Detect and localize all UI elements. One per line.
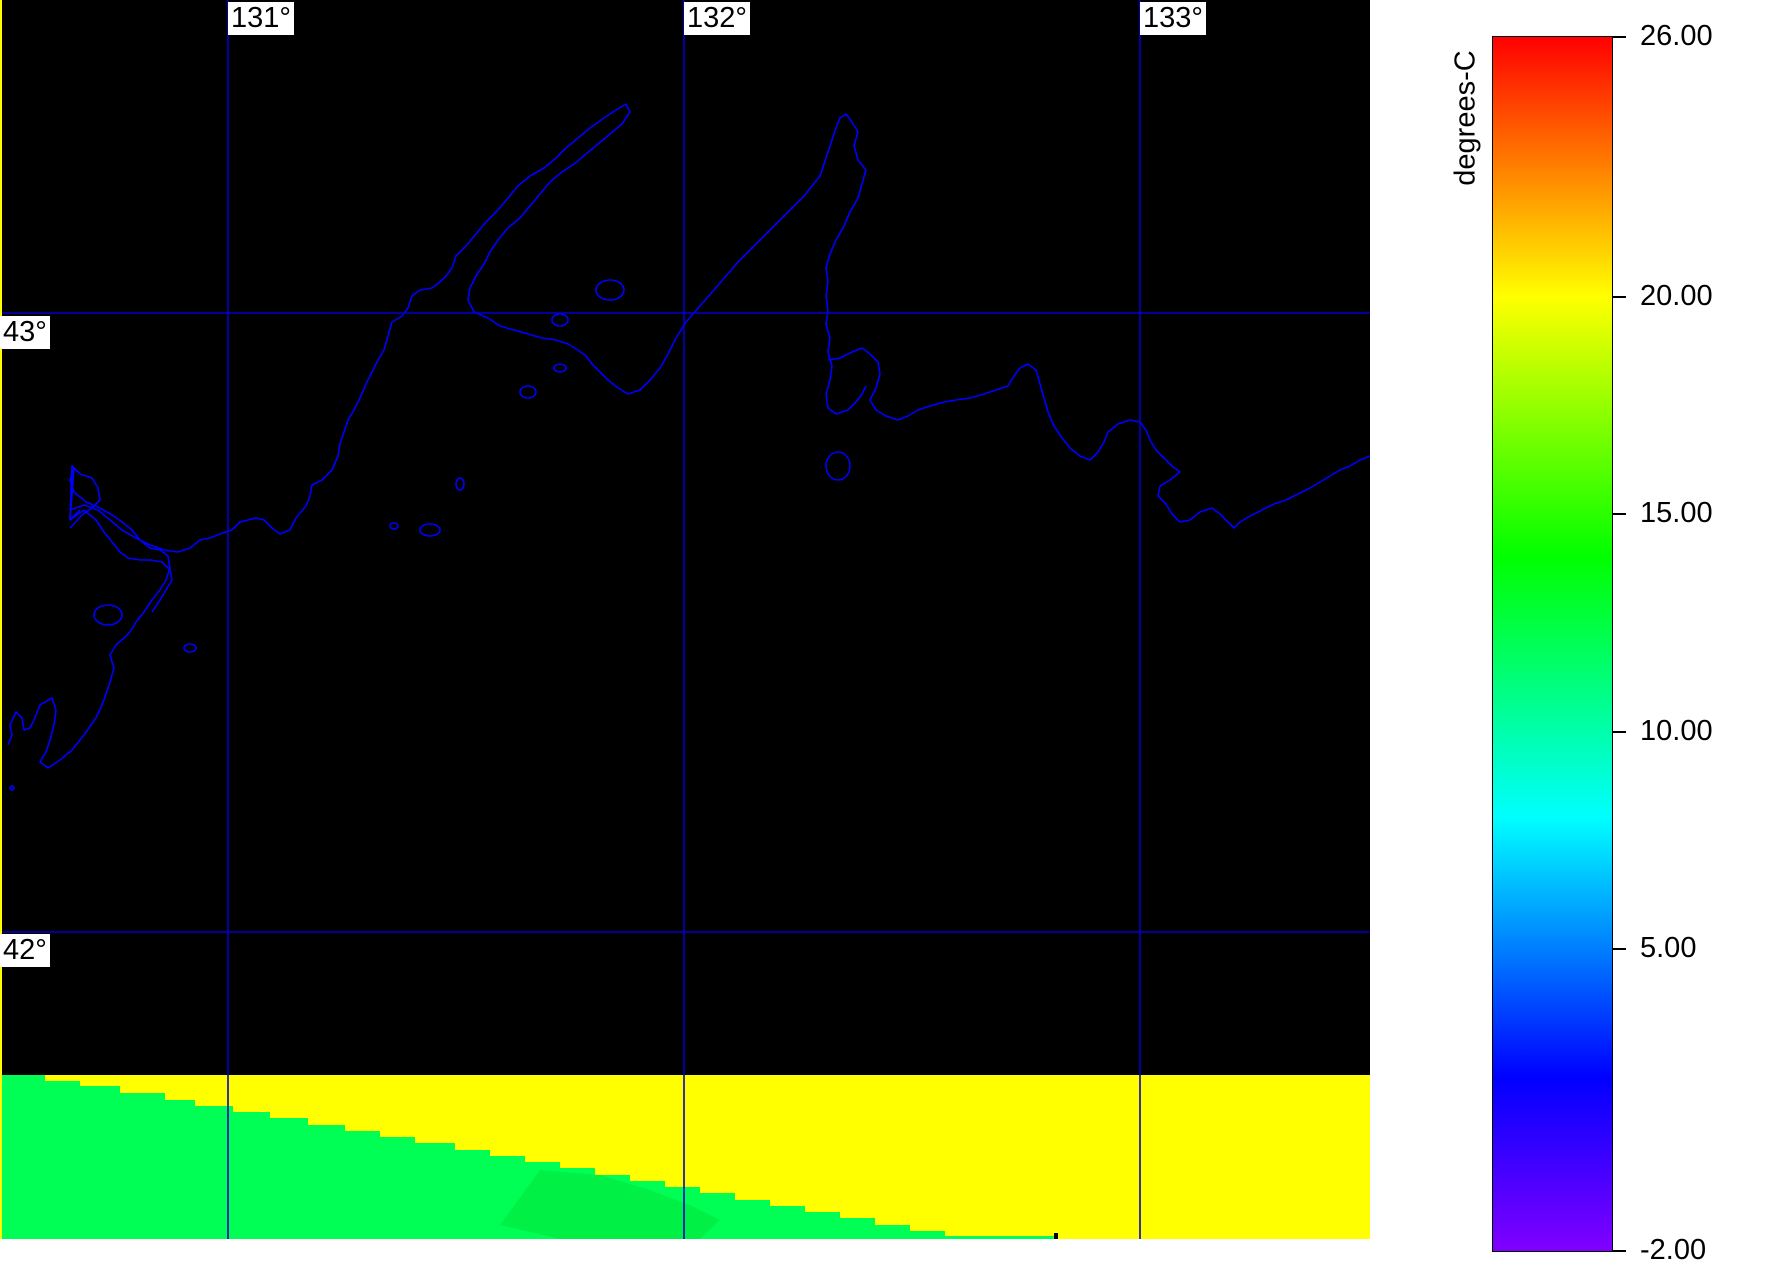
colorbar-tick	[1612, 1250, 1626, 1252]
island	[519, 385, 537, 399]
map-canvas	[0, 0, 1370, 1239]
lat-label-43: 43°	[0, 316, 50, 349]
colorbar-label-10: 10.00	[1640, 715, 1713, 747]
island	[389, 522, 399, 530]
coastline-korea-north	[69, 465, 173, 613]
lat-label-42: 42°	[0, 934, 50, 967]
map-panel[interactable]: 131° 132° 133° 43° 42°	[0, 0, 1370, 1239]
colorbar-tick	[1612, 948, 1626, 950]
colorbar-label-20: 20.00	[1640, 280, 1713, 312]
coastline-tumen	[69, 103, 867, 553]
island	[183, 643, 197, 653]
island	[551, 313, 569, 327]
island	[553, 363, 567, 373]
colorbar-tick	[1612, 513, 1626, 515]
island	[455, 477, 465, 491]
island	[419, 523, 441, 537]
colorbar-label-26: 26.00	[1640, 20, 1713, 52]
colorbar-tick	[1612, 296, 1626, 298]
lon-label-132: 132°	[684, 2, 750, 35]
island	[595, 279, 625, 301]
colorbar-label-15: 15.00	[1640, 497, 1713, 529]
sst-gap-mark	[1054, 1233, 1058, 1239]
coastline-east	[827, 347, 1370, 529]
lon-label-131: 131°	[228, 2, 294, 35]
island	[825, 451, 851, 481]
colorbar-tick	[1612, 36, 1626, 38]
colorbar-tick	[1612, 731, 1626, 733]
colorbar	[1492, 36, 1613, 1252]
island	[93, 604, 123, 626]
colorbar-label-minus-2: -2.00	[1640, 1234, 1707, 1266]
island	[9, 785, 15, 791]
coastline	[7, 467, 171, 769]
colorbar-label-5: 5.00	[1640, 932, 1697, 964]
colorbar-unit-label: degrees-C	[1449, 50, 1482, 186]
lon-label-133: 133°	[1140, 2, 1206, 35]
